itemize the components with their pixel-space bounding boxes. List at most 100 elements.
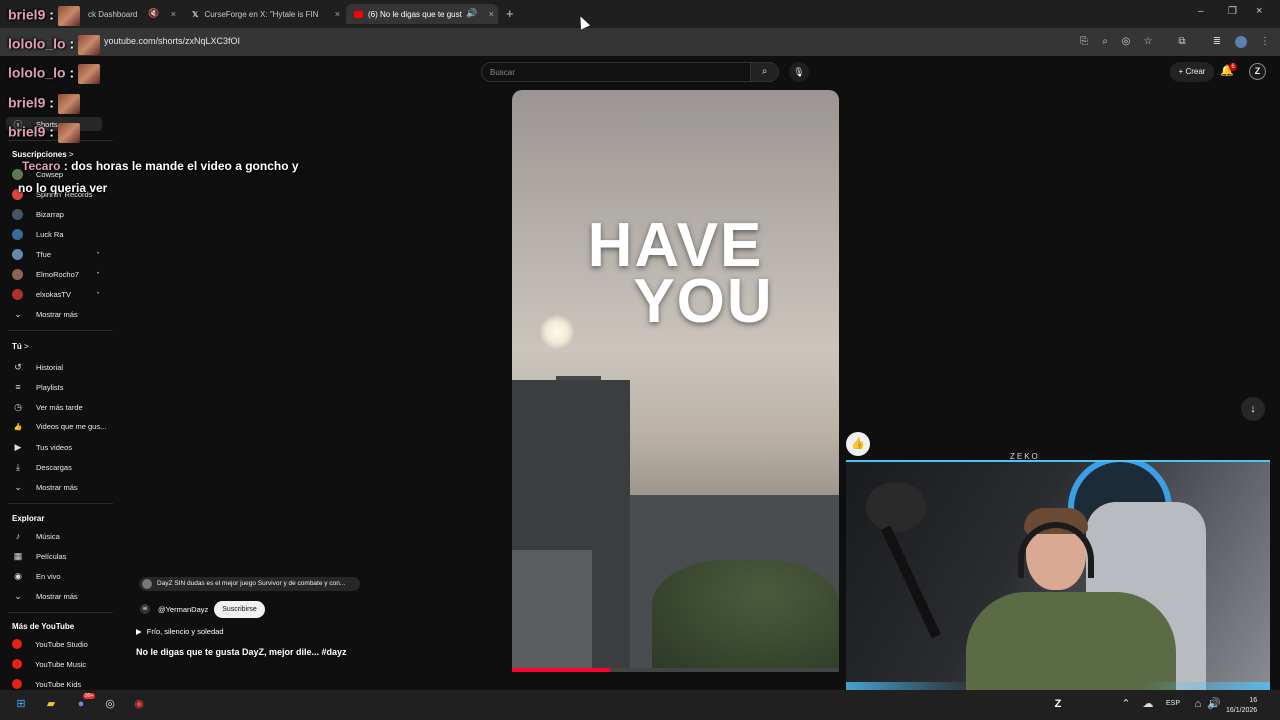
sidebar-item-downloads[interactable]: ⤓ Descargas: [12, 462, 72, 473]
channel-avatar: [12, 209, 23, 220]
live-icon: ◉: [14, 571, 22, 581]
sidebar-item-label: Luck Ra: [36, 230, 64, 239]
windows-start-icon[interactable]: ⊞: [13, 696, 29, 712]
search-icon[interactable]: ⌕: [751, 62, 779, 82]
language-indicator[interactable]: ESP: [1166, 700, 1180, 707]
onedrive-icon[interactable]: ☁: [1140, 696, 1156, 712]
like-button[interactable]: 👍: [846, 432, 870, 456]
install-app-icon[interactable]: ⎘: [1078, 36, 1090, 48]
notification-badge: 6: [1229, 63, 1237, 71]
divider: [8, 503, 113, 504]
new-content-dot: •: [97, 291, 100, 297]
chat-separator: :: [45, 94, 54, 111]
sidebar-item-yt-studio[interactable]: YouTube Studio: [12, 639, 88, 649]
channel-avatar: [142, 579, 152, 589]
speaker-icon[interactable]: 🔊: [466, 8, 477, 19]
create-label: Crear: [1185, 67, 1206, 76]
profile-icon[interactable]: [1235, 36, 1247, 48]
video-title[interactable]: No le digas que te gusta DayZ, mejor dil…: [136, 647, 347, 657]
sidebar-item-playlists[interactable]: ≡ Playlists: [12, 382, 63, 392]
tab-curseforge[interactable]: 𝕏 CurseForge en X: "Hytale is FIN ×: [184, 4, 344, 24]
video-headline: HAVE YOU: [512, 215, 839, 333]
volume-icon[interactable]: 🔊: [1206, 696, 1222, 712]
network-icon[interactable]: ⌂: [1190, 696, 1206, 712]
sidebar-item-music[interactable]: ♪ Música: [12, 531, 60, 541]
x-logo-icon: 𝕏: [192, 9, 199, 19]
more-youtube-heading: Más de YouTube: [12, 622, 75, 631]
close-icon[interactable]: ×: [171, 9, 176, 19]
maximize-icon[interactable]: ❐: [1228, 6, 1237, 17]
close-icon[interactable]: ×: [489, 9, 494, 19]
next-short-button[interactable]: ↓: [1241, 397, 1265, 421]
emote-icon: [78, 64, 101, 84]
close-icon[interactable]: ×: [335, 9, 340, 19]
chat-message: briel9 :: [8, 6, 80, 26]
chat-message: lololo_lo :: [8, 35, 101, 55]
new-content-dot: •: [97, 271, 100, 277]
file-explorer-icon[interactable]: ▰: [43, 696, 59, 712]
sidebar-item-label: Música: [36, 531, 60, 541]
progress-bar[interactable]: [512, 668, 839, 672]
zoom-icon[interactable]: ⌕: [1099, 36, 1111, 48]
chat-separator: :: [60, 159, 68, 173]
media-control-icon[interactable]: ≣: [1211, 36, 1223, 48]
sidebar-item-tfue[interactable]: Tfue: [12, 249, 51, 260]
chat-nick: Tecaro: [22, 159, 61, 173]
sidebar-item-watch-later[interactable]: ◷ Ver más tarde: [12, 402, 83, 413]
short-video-player[interactable]: HAVE YOU: [512, 90, 839, 672]
mute-icon[interactable]: 🔇: [148, 8, 159, 19]
chevron-up-icon[interactable]: ⌃: [1118, 696, 1134, 712]
emote-icon: [57, 123, 80, 143]
channel-avatar: [12, 269, 23, 280]
new-content-dot: •: [97, 251, 100, 257]
eye-off-icon[interactable]: ◎: [1120, 36, 1132, 48]
sidebar-item-label: Mostrar más: [36, 483, 78, 492]
tab-youtube[interactable]: (6) No le digas que te gust 🔊 ×: [346, 4, 498, 24]
sidebar-item-show-more[interactable]: ⌄ Mostrar más: [12, 309, 77, 320]
obs-icon[interactable]: ◎: [102, 696, 118, 712]
chat-nick: briel9: [8, 6, 46, 23]
chat-nick: briel9: [8, 94, 46, 111]
url-field[interactable]: youtube.com/shorts/zxNqLXC3fOI: [104, 36, 240, 46]
clock[interactable]: 16 16/1/2026: [1226, 696, 1257, 716]
chevron-right-icon: >: [24, 342, 29, 351]
sidebar-item-yt-kids[interactable]: YouTube Kids: [12, 679, 81, 689]
song-link[interactable]: ▶ Frío, silencio y soledad: [136, 627, 223, 636]
sidebar-item-show-more[interactable]: ⌄ Mostrar más: [12, 482, 78, 493]
mic-icon[interactable]: 🎙: [789, 62, 809, 82]
webcam-overlay: [846, 460, 1270, 698]
sidebar-item-label: elxokasTV: [36, 290, 72, 299]
close-window-icon[interactable]: ×: [1256, 5, 1262, 17]
sidebar-item-history[interactable]: ↺ Historial: [12, 362, 63, 373]
channel-link[interactable]: ☠ @YermanDayz: [140, 604, 208, 614]
zeko-taskbar-icon[interactable]: Z: [1050, 696, 1066, 712]
chat-separator: :: [45, 123, 54, 140]
sidebar-item-label: Bizarrap: [36, 210, 64, 219]
music-icon: ♪: [15, 531, 21, 541]
create-button[interactable]: + Crear: [1170, 62, 1214, 82]
sidebar-item-live[interactable]: ◉ En vivo: [12, 571, 61, 582]
sidebar-item-bizarrap[interactable]: Bizarrap: [12, 209, 64, 220]
you-heading[interactable]: Tú >: [12, 342, 29, 351]
avatar[interactable]: Z: [1249, 63, 1266, 80]
bookmark-star-icon[interactable]: ☆: [1142, 36, 1154, 48]
short-description[interactable]: DayZ SIN dudas es el mejor juego Survivo…: [139, 577, 360, 591]
sidebar-item-elxokas[interactable]: elxokasTV: [12, 289, 71, 300]
sidebar-item-elmorocho[interactable]: ElmoRocho7: [12, 269, 79, 280]
extensions-icon[interactable]: ⧉: [1176, 36, 1188, 48]
subscribe-button[interactable]: Suscribirse: [214, 601, 265, 618]
search-input[interactable]: Buscar: [481, 62, 751, 82]
sidebar-item-show-more[interactable]: ⌄ Mostrar más: [12, 591, 78, 602]
minimize-icon[interactable]: –: [1198, 6, 1204, 17]
sidebar-item-yt-music[interactable]: YouTube Music: [12, 659, 86, 669]
sidebar-item-label: Mostrar más: [36, 592, 78, 601]
playlist-icon: ≡: [15, 382, 21, 392]
new-tab-button[interactable]: +: [506, 6, 514, 21]
sidebar-item-your-videos[interactable]: ▶ Tus videos: [12, 442, 72, 453]
sidebar-item-luckra[interactable]: Luck Ra: [12, 229, 64, 240]
menu-icon[interactable]: ⋮: [1259, 36, 1271, 48]
sidebar-item-movies[interactable]: ▦ Películas: [12, 551, 67, 562]
chrome-icon[interactable]: ◉: [131, 696, 147, 712]
sidebar-item-label: Descargas: [36, 463, 72, 472]
sidebar-item-liked[interactable]: 👍 Videos que me gus...: [12, 422, 107, 431]
